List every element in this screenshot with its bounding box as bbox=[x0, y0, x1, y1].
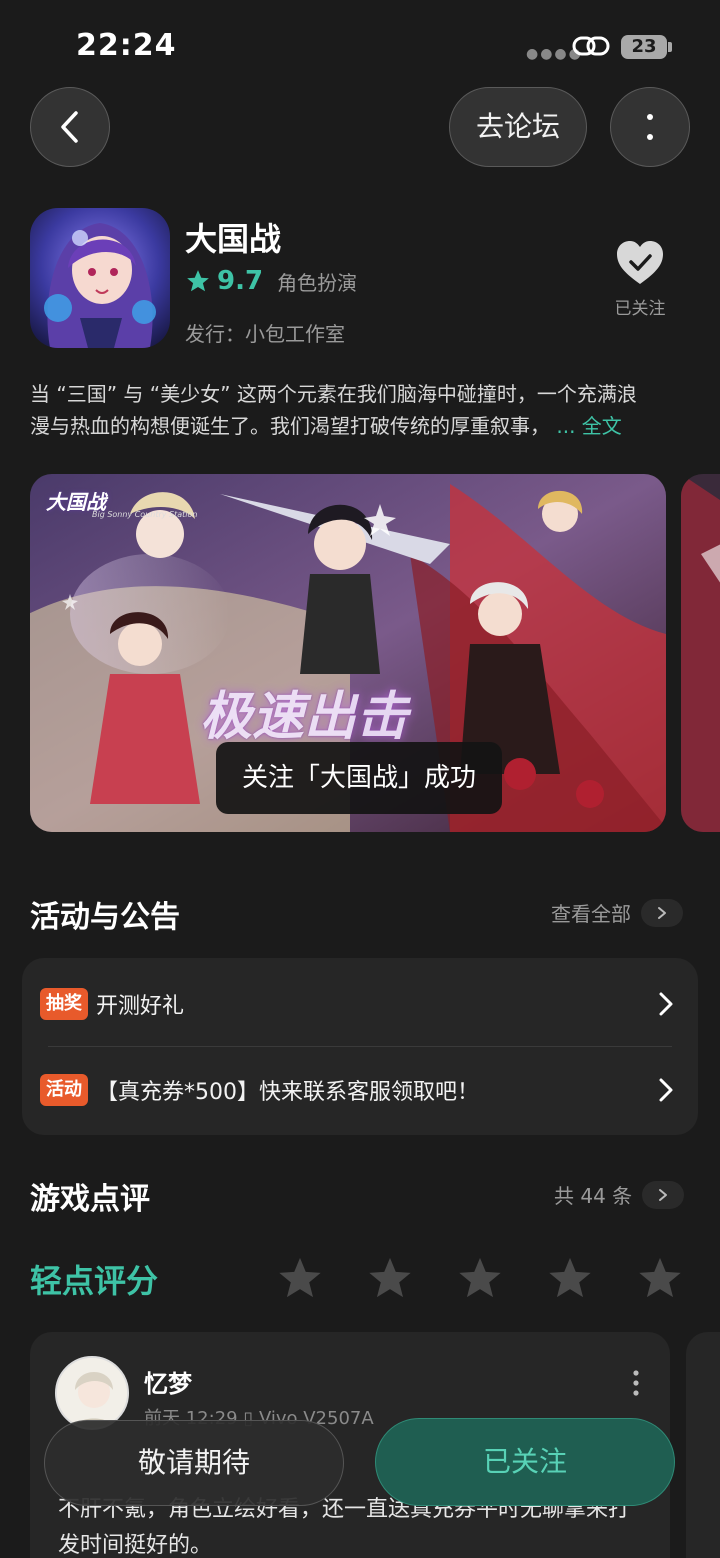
coming-soon-button[interactable]: 敬请期待 bbox=[44, 1420, 344, 1506]
screenshot-2-art bbox=[681, 474, 720, 832]
app-description: 当 “三国” 与 “美少女” 这两个元素在我们脑海中碰撞时，一个充满浪 漫与热血… bbox=[30, 378, 690, 442]
event-item[interactable]: 活动 【真充券*500】快来联系客服领取吧！ bbox=[40, 1060, 676, 1120]
publisher-label: 发行：小包工作室 bbox=[185, 322, 345, 346]
chevron-right-icon bbox=[659, 1078, 673, 1102]
battery-cap bbox=[668, 42, 672, 52]
rate-star-4-icon[interactable] bbox=[546, 1255, 594, 1301]
event-text: 开测好礼 bbox=[96, 994, 185, 1019]
screenshot-logo-sub: Big Sonny Country Station bbox=[92, 510, 198, 519]
app-icon-art bbox=[30, 208, 170, 348]
description-line-1: 当 “三国” 与 “美少女” 这两个元素在我们脑海中碰撞时，一个充满浪 bbox=[30, 382, 637, 406]
rate-star-5-icon[interactable] bbox=[636, 1255, 684, 1301]
screenshot-headline: 极速出击 bbox=[200, 687, 409, 747]
events-section-title: 活动与公告 bbox=[30, 900, 180, 935]
more-options-button[interactable] bbox=[610, 87, 690, 167]
followed-button[interactable]: 已关注 bbox=[375, 1418, 675, 1506]
rate-star-3-icon[interactable] bbox=[456, 1255, 504, 1301]
event-text: 【真充券*500】快来联系客服领取吧！ bbox=[96, 1080, 479, 1105]
event-badge: 活动 bbox=[40, 1074, 88, 1106]
review-card[interactable] bbox=[686, 1332, 720, 1558]
chevron-right-icon bbox=[642, 1180, 685, 1209]
view-all-reviews-link[interactable]: 共 44 条 bbox=[554, 1180, 685, 1209]
follow-success-toast: 关注「大国战」成功 bbox=[216, 742, 502, 814]
event-badge: 抽奖 bbox=[40, 988, 88, 1020]
app-icon bbox=[30, 208, 170, 348]
rating-value: 9.7 bbox=[217, 266, 264, 296]
reviews-section-title: 游戏点评 bbox=[30, 1182, 150, 1217]
reviewer-name[interactable]: 忆梦 bbox=[144, 1364, 192, 1399]
rating-stars[interactable] bbox=[276, 1255, 684, 1301]
follow-label: 已关注 bbox=[614, 299, 666, 319]
rate-star-2-icon[interactable] bbox=[366, 1255, 414, 1301]
star-icon bbox=[187, 270, 209, 292]
tap-to-rate-label: 轻点评分 bbox=[30, 1262, 159, 1300]
event-item[interactable]: 抽奖 开测好礼 bbox=[40, 974, 676, 1034]
battery-icon: 23 bbox=[621, 35, 667, 59]
link-icon bbox=[572, 36, 610, 56]
more-vertical-icon bbox=[647, 114, 653, 140]
chevron-left-icon bbox=[61, 111, 78, 143]
description-line-2-text: 漫与热血的构想便诞生了。我们渴望打破传统的厚重叙事， bbox=[30, 414, 550, 438]
rating-row: 9.7 角色扮演 bbox=[185, 266, 357, 296]
app-title: 大国战 bbox=[185, 220, 282, 258]
back-button[interactable] bbox=[30, 87, 110, 167]
genre-label: 角色扮演 bbox=[277, 270, 358, 295]
forum-button[interactable]: 去论坛 bbox=[449, 87, 587, 167]
divider bbox=[48, 1046, 672, 1047]
status-bar: 22:24 ●●●● 23 bbox=[0, 0, 720, 90]
description-line-2: 漫与热血的构想便诞生了。我们渴望打破传统的厚重叙事， ... 全文 bbox=[30, 410, 690, 442]
avatar[interactable] bbox=[55, 1356, 129, 1430]
screenshot-2[interactable] bbox=[681, 474, 720, 832]
status-time: 22:24 bbox=[76, 28, 177, 63]
view-all-label: 查看全部 bbox=[551, 902, 631, 926]
chevron-right-icon bbox=[641, 898, 683, 927]
more-vertical-icon[interactable] bbox=[630, 1368, 642, 1398]
follow-button[interactable]: 已关注 bbox=[606, 240, 674, 324]
heart-check-icon bbox=[617, 241, 663, 284]
chevron-right-icon bbox=[659, 992, 673, 1016]
rate-star-1-icon[interactable] bbox=[276, 1255, 324, 1301]
expand-description-link[interactable]: ... 全文 bbox=[556, 414, 621, 438]
review-count: 共 44 条 bbox=[554, 1184, 633, 1208]
view-all-events-link[interactable]: 查看全部 bbox=[551, 898, 683, 927]
